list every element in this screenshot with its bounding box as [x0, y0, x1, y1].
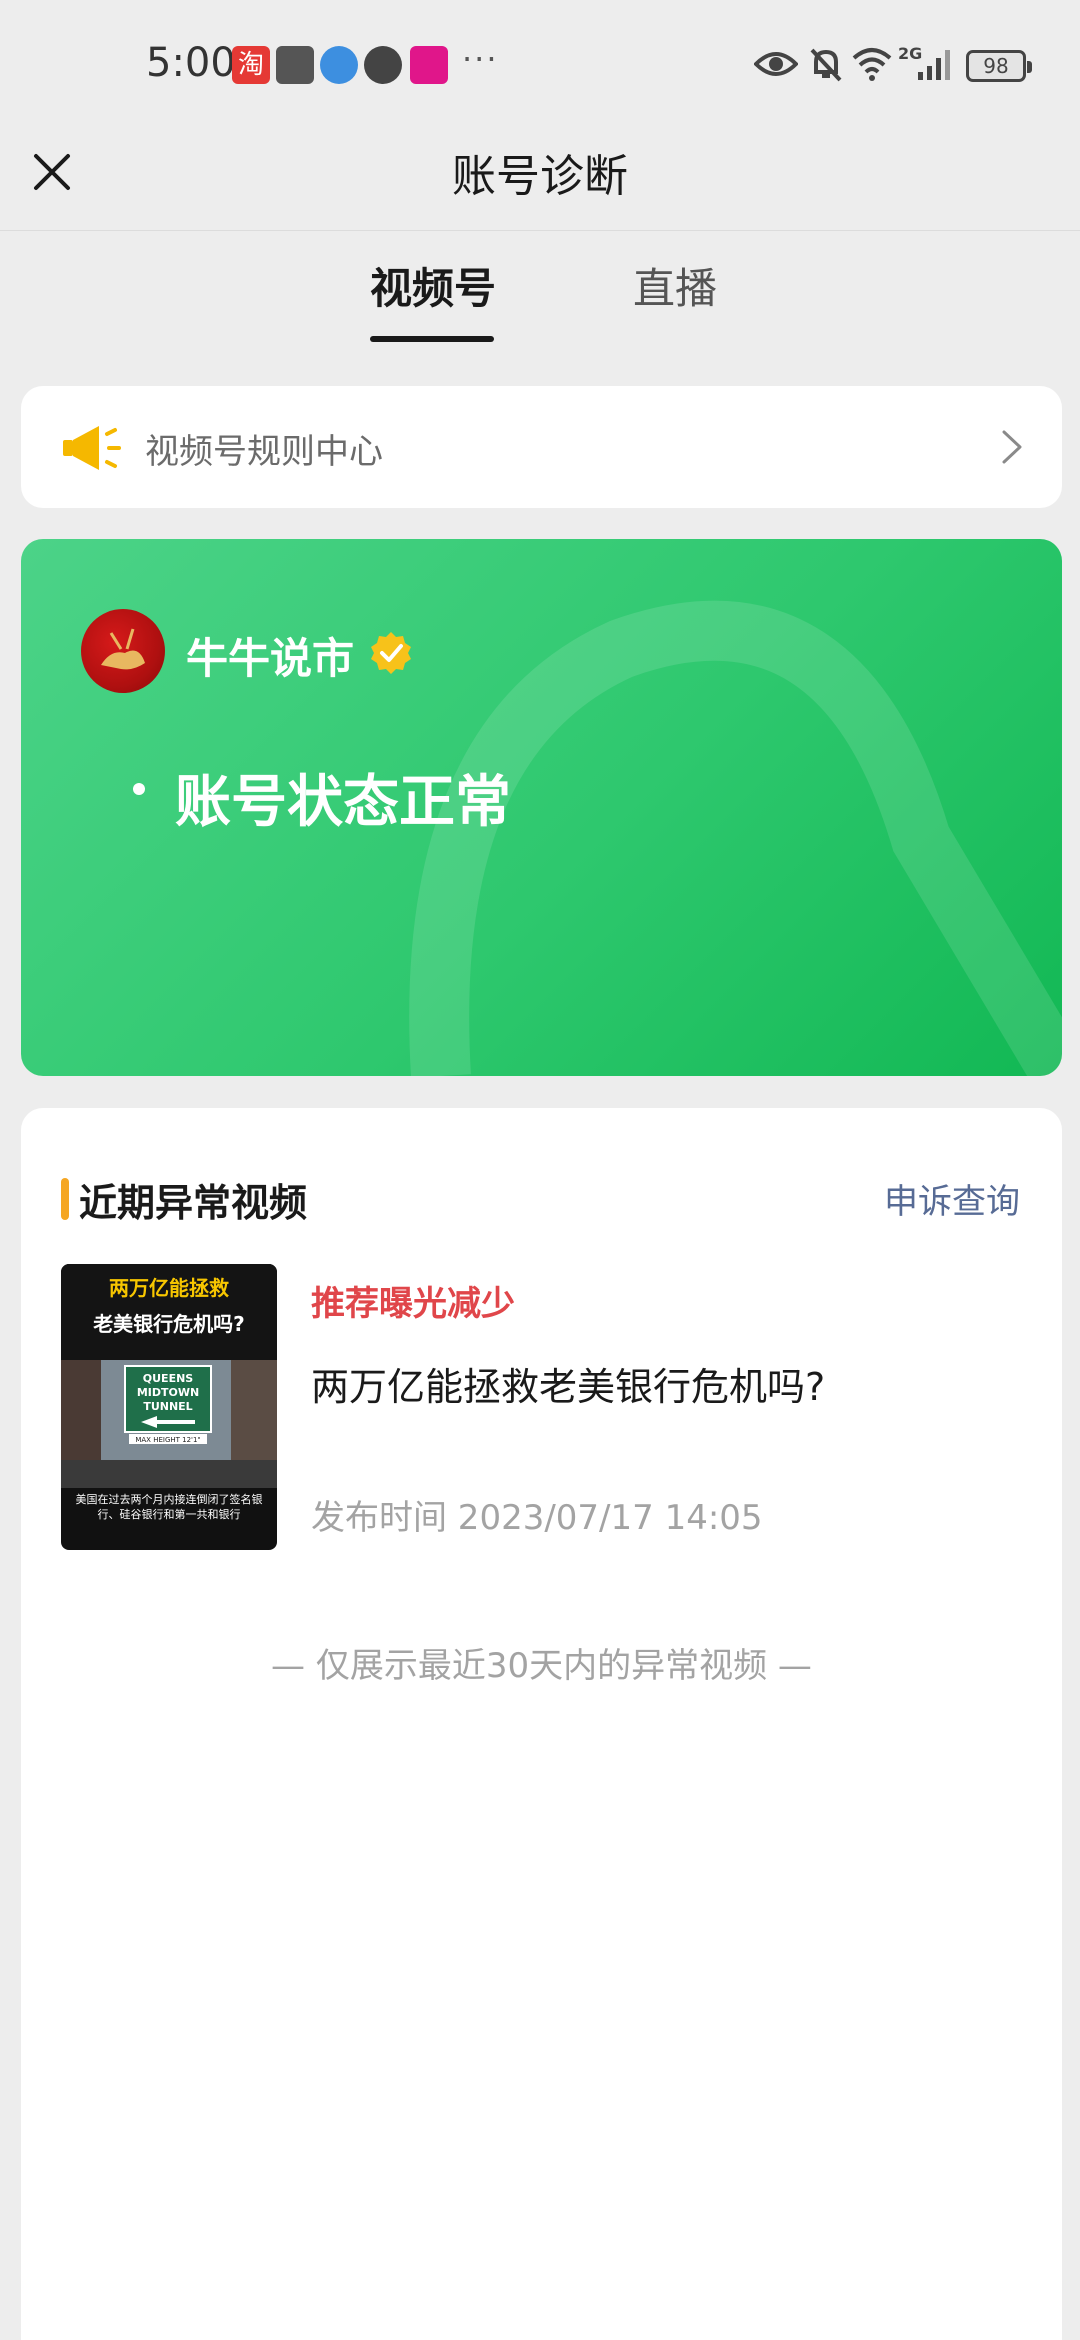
tab-active-indicator: [370, 336, 494, 342]
eye-icon: [754, 52, 798, 76]
browser-icon: [320, 46, 358, 84]
thumbnail-title-line1: 两万亿能拯救: [109, 1276, 229, 1300]
header: 账号诊断: [0, 130, 1080, 230]
battery-icon: 98: [966, 50, 1032, 82]
chevron-right-icon: [1002, 430, 1022, 464]
mail-icon: [276, 46, 314, 84]
tab-channels[interactable]: 视频号: [370, 255, 496, 316]
sign-line-queens: QUEENS: [143, 1372, 194, 1385]
sign-line-tunnel: TUNNEL: [143, 1400, 192, 1413]
appeal-query-link[interactable]: 申诉查询: [884, 1174, 1020, 1223]
header-divider: [0, 230, 1080, 231]
signal-icon: [918, 50, 950, 80]
verified-badge-icon: [371, 632, 411, 674]
tab-live[interactable]: 直播: [633, 255, 717, 316]
account-status-text: 账号状态正常: [175, 770, 511, 835]
wifi-icon: [852, 48, 892, 81]
account-name: 牛牛说市: [186, 634, 355, 683]
thumbnail-street-photo: QUEENS MIDTOWN TUNNEL MAX HEIGHT 12'1": [61, 1360, 277, 1488]
more-notifications-icon: ···: [462, 40, 499, 78]
megaphone-icon: [63, 426, 121, 470]
sign-line-midtown: MIDTOWN: [137, 1386, 199, 1399]
account-diagnosis-screen: 5:00 淘 ··· 2G 98 账号诊断 视频号 直播 视频号规则中心 牛牛说…: [0, 0, 1080, 2340]
section-title: 近期异常视频: [79, 1181, 308, 1225]
sign-height-limit: MAX HEIGHT 12'1": [135, 1436, 200, 1444]
tab-bar: 视频号 直播: [0, 255, 1080, 345]
abnormal-video-item[interactable]: 两万亿能拯救 老美银行危机吗? QUEENS MIDTOWN TUNNEL MA…: [61, 1264, 1021, 1554]
taobao-icon: 淘: [232, 46, 270, 84]
section-accent-bar: [61, 1178, 69, 1220]
vipshop-icon: [410, 46, 448, 84]
avatar: [81, 609, 165, 693]
rules-center-label: 视频号规则中心: [145, 432, 383, 472]
page-title: 账号诊断: [452, 151, 628, 202]
thumbnail-title-line2: 老美银行危机吗?: [93, 1312, 245, 1336]
video-thumbnail: 两万亿能拯救 老美银行危机吗? QUEENS MIDTOWN TUNNEL MA…: [61, 1264, 277, 1550]
status-time: 5:00: [146, 40, 236, 86]
wechat-icon: [364, 46, 402, 84]
thumbnail-subtitle: 美国在过去两个月内接连倒闭了签名银行、硅谷银行和第一共和银行: [75, 1493, 263, 1521]
video-publish-time: 发布时间 2023/07/17 14:05: [311, 1498, 763, 1538]
thumbnail-header: 两万亿能拯救 老美银行危机吗?: [61, 1264, 277, 1360]
video-title: 两万亿能拯救老美银行危机吗?: [311, 1365, 826, 1409]
bell-muted-icon: [810, 48, 842, 82]
video-issue-tag: 推荐曝光减少: [311, 1284, 515, 1324]
rules-center-entry[interactable]: 视频号规则中心: [21, 386, 1062, 508]
status-bar: 5:00 淘 ··· 2G 98: [0, 0, 1080, 130]
footnote: — 仅展示最近30天内的异常视频 —: [271, 1646, 812, 1686]
abnormal-videos-panel: 近期异常视频 申诉查询 两万亿能拯救 老美银行危机吗? QUEENS MIDTO…: [21, 1108, 1062, 2340]
status-bullet: [133, 783, 145, 795]
account-status-card: 牛牛说市 账号状态正常: [21, 539, 1062, 1076]
